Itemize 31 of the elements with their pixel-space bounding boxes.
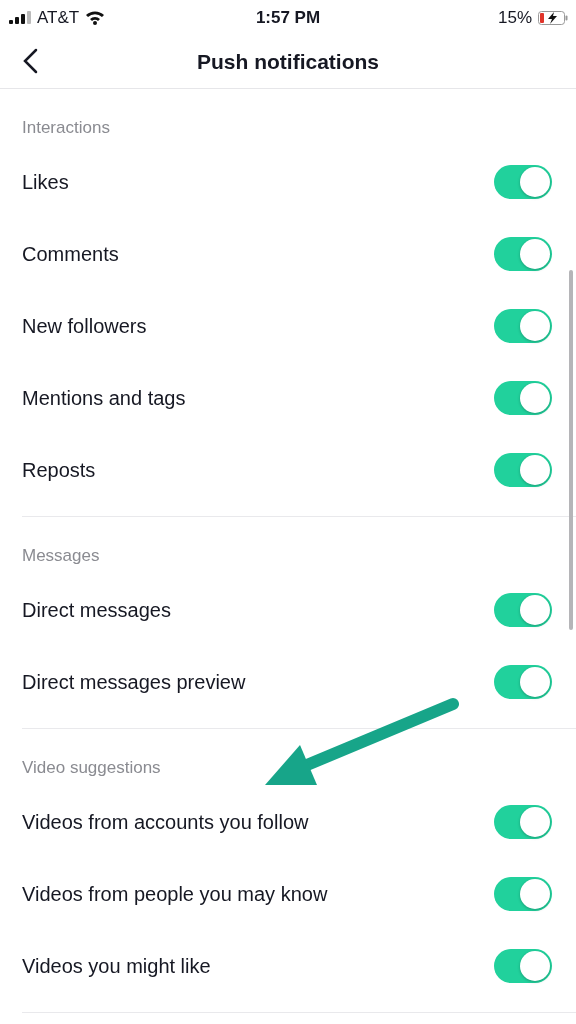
setting-label: Direct messages [22, 598, 171, 622]
toggle-switch[interactable] [494, 665, 552, 699]
page-title: Push notifications [197, 49, 379, 74]
setting-label: Mentions and tags [22, 386, 186, 410]
section-title: Interactions [22, 118, 110, 138]
setting-label: New followers [22, 314, 147, 338]
setting-label: Reposts [22, 458, 96, 482]
section-title: Messages [22, 546, 100, 566]
toggle-switch[interactable] [494, 309, 552, 343]
toggle-switch[interactable] [494, 877, 552, 911]
setting-label: Direct messages preview [22, 670, 246, 694]
toggle-switch[interactable] [494, 237, 552, 271]
setting-label: Videos from people you may know [22, 882, 328, 906]
setting-label: Comments [22, 242, 119, 266]
setting-label: Videos from accounts you follow [22, 810, 309, 834]
toggle-switch[interactable] [494, 453, 552, 487]
battery-charging-icon [538, 10, 568, 25]
section-title: Video suggestions [22, 758, 161, 778]
setting-label: Likes [22, 170, 69, 194]
toggle-switch[interactable] [494, 949, 552, 983]
clock-time: 1:57 PM [255, 7, 321, 28]
signal-icon [9, 11, 31, 24]
back-icon[interactable] [22, 48, 38, 74]
setting-label: Videos you might like [22, 954, 211, 978]
toggle-switch[interactable] [494, 593, 552, 627]
battery-percent: 15% [497, 7, 532, 28]
toggle-switch[interactable] [494, 165, 552, 199]
wifi-icon [85, 10, 106, 25]
toggle-switch[interactable] [494, 805, 552, 839]
carrier-name: AT&T [37, 7, 80, 28]
toggle-switch[interactable] [494, 381, 552, 415]
